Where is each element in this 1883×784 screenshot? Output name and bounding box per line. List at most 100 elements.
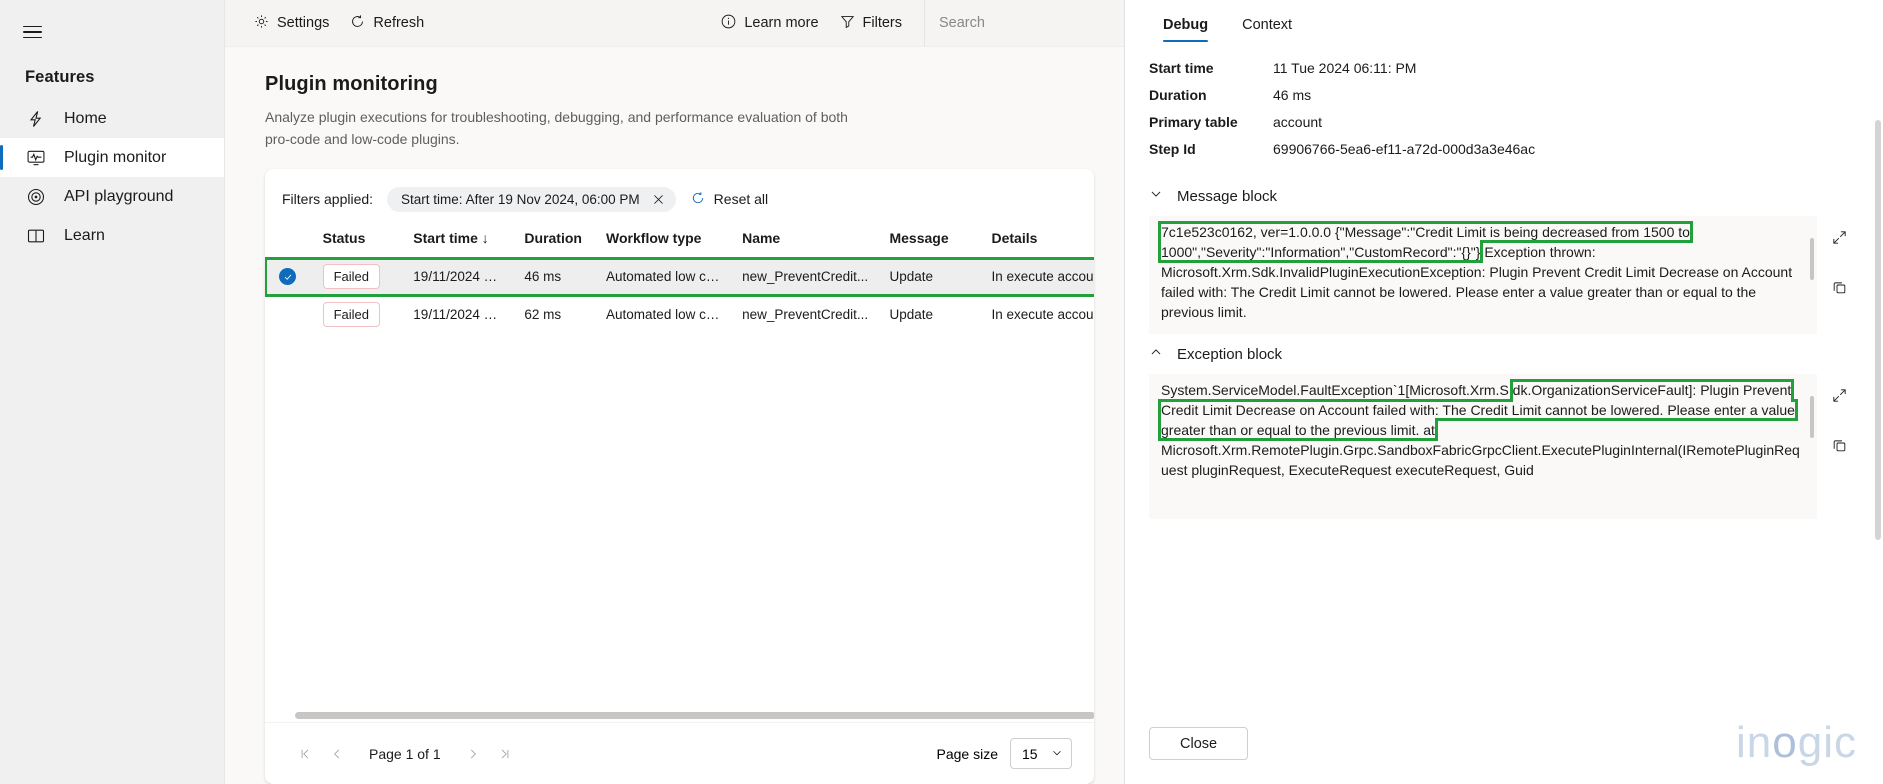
expand-icon[interactable]	[1824, 380, 1854, 410]
reset-all-button[interactable]: Reset all	[690, 190, 768, 209]
meta-value-step-id: 69906766-5ea6-ef11-a72d-000d3a3e46ac	[1273, 141, 1536, 157]
cell-message: Update	[889, 307, 934, 323]
message-block-highlight: 7c1e523c0162, ver=1.0.0.0 {"Message":"Cr…	[1158, 221, 1693, 263]
refresh-icon	[690, 190, 706, 209]
sidebar-item-api-playground[interactable]: API playground	[0, 177, 224, 216]
tab-debug[interactable]: Debug	[1149, 11, 1222, 42]
filters-label: Filters	[862, 15, 902, 31]
column-header-name[interactable]: Name	[732, 222, 879, 258]
column-header-workflow-type[interactable]: Workflow type	[596, 222, 732, 258]
checkmark-icon[interactable]	[279, 268, 296, 286]
copy-icon[interactable]	[1824, 272, 1854, 302]
search-container	[924, 0, 1124, 47]
column-header-status[interactable]: Status	[313, 222, 404, 258]
cell-name: new_PreventCredit...	[732, 257, 880, 296]
pagination-bar: Page 1 of 1 Page size 15	[265, 722, 1094, 784]
execution-metadata: Start time 11 Tue 2024 06:11: PM Duratio…	[1125, 42, 1883, 168]
copy-icon[interactable]	[1824, 430, 1854, 460]
close-button[interactable]: Close	[1149, 727, 1249, 760]
message-block-actions	[1817, 216, 1861, 302]
page-size-select[interactable]: 15	[1010, 738, 1072, 769]
horizontal-scrollbar[interactable]	[295, 708, 1094, 722]
sidebar-item-plugin-monitor[interactable]: Plugin monitor	[0, 138, 224, 177]
row-select-cell[interactable]	[265, 296, 313, 334]
sidebar-item-label: API playground	[64, 187, 174, 205]
menu-toggle-button[interactable]	[8, 10, 56, 54]
settings-button[interactable]: Settings	[243, 8, 339, 39]
exception-block-text[interactable]: System.ServiceModel.FaultException`1[Mic…	[1149, 374, 1817, 519]
panel-scrollbar[interactable]	[1875, 120, 1881, 540]
table-row[interactable]: Failed 19/11/2024 06:... 46 ms Automated…	[265, 256, 1094, 297]
debug-panel-tabs: Debug Context	[1125, 0, 1883, 42]
hamburger-icon	[22, 22, 42, 43]
exception-block-lead: System.ServiceModel.FaultException`1[Mic…	[1161, 382, 1509, 398]
first-page-button[interactable]	[289, 738, 321, 770]
meta-key-step-id: Step Id	[1149, 141, 1196, 157]
sidebar-item-label: Learn	[64, 226, 105, 244]
previous-page-button[interactable]	[321, 738, 353, 770]
filters-applied-label: Filters applied:	[282, 191, 374, 208]
meta-row: Start time 11 Tue 2024 06:11: PM	[1149, 60, 1859, 76]
chevron-down-icon	[1051, 746, 1063, 762]
meta-row: Primary table account	[1149, 114, 1859, 130]
applied-filters-bar: Filters applied: Start time: After 19 No…	[265, 169, 1094, 222]
scrollbar-thumb[interactable]	[295, 712, 1094, 719]
page-body: Plugin monitoring Analyze plugin executi…	[225, 47, 1124, 784]
learn-more-button[interactable]: Learn more	[710, 8, 828, 39]
search-input[interactable]	[939, 15, 1124, 31]
cell-workflow-type: Automated low co...	[596, 257, 733, 296]
scrollbar-thumb[interactable]	[1810, 238, 1814, 280]
close-icon[interactable]	[652, 193, 665, 206]
sidebar-item-label: Plugin monitor	[64, 148, 167, 166]
cell-duration: 46 ms	[514, 257, 597, 296]
sidebar: Features Home Plugin monitor API playgro…	[0, 0, 225, 784]
column-header-duration[interactable]: Duration	[514, 222, 596, 258]
next-page-button[interactable]	[457, 738, 489, 770]
inogic-watermark: inogic	[1736, 718, 1857, 768]
sidebar-item-home[interactable]: Home	[0, 99, 224, 138]
grid-header-row: Status Start time ↓ Duration Workflow ty…	[265, 222, 1094, 258]
command-bar: Settings Refresh Learn more Filters Sear…	[225, 0, 1124, 47]
table-row[interactable]: Failed 19/11/2024 06:... 62 ms Automated…	[265, 296, 1094, 334]
main-content: Settings Refresh Learn more Filters Sear…	[225, 0, 1124, 784]
filter-icon	[839, 13, 856, 34]
tab-context[interactable]: Context	[1228, 11, 1306, 42]
results-card: Filters applied: Start time: After 19 No…	[265, 168, 1094, 784]
select-all-header[interactable]	[265, 222, 313, 258]
debug-panel: Debug Context Start time 11 Tue 2024 06:…	[1124, 0, 1883, 784]
refresh-button[interactable]: Refresh	[339, 8, 434, 39]
page-indicator: Page 1 of 1	[369, 745, 441, 762]
column-header-details[interactable]: Details	[982, 222, 1095, 258]
exception-block-header[interactable]: Exception block	[1149, 334, 1861, 374]
expand-icon[interactable]	[1824, 222, 1854, 252]
column-header-start-time[interactable]: Start time ↓	[403, 222, 514, 258]
exception-block-title: Exception block	[1177, 345, 1283, 363]
flash-icon	[25, 108, 46, 129]
meta-value-duration: 46 ms	[1273, 87, 1312, 103]
filter-chip-start-time[interactable]: Start time: After 19 Nov 2024, 06:00 PM	[387, 186, 676, 212]
exception-block-actions	[1817, 374, 1861, 460]
page-size-value: 15	[1022, 745, 1038, 762]
column-header-message[interactable]: Message	[879, 222, 981, 258]
status-badge: Failed	[322, 302, 381, 328]
cell-start-time: 19/11/2024 06:...	[413, 307, 514, 323]
meta-value-start-time: 11 Tue 2024 06:11: PM	[1273, 60, 1417, 76]
sidebar-item-learn[interactable]: Learn	[0, 216, 224, 255]
filters-button[interactable]: Filters	[829, 8, 912, 39]
status-badge: Failed	[322, 264, 381, 290]
scrollbar-thumb[interactable]	[1810, 396, 1814, 438]
page-size-container: Page size 15	[937, 738, 1072, 769]
watermark-suffix: gic	[1797, 718, 1857, 767]
row-select-cell[interactable]	[265, 257, 313, 296]
meta-value-primary-table: account	[1273, 114, 1323, 130]
command-bar-right: Learn more Filters	[710, 0, 1124, 47]
message-block-header[interactable]: Message block	[1149, 176, 1861, 216]
book-icon	[25, 225, 46, 246]
watermark-prefix: in	[1736, 718, 1773, 767]
info-icon	[720, 13, 737, 34]
sort-descending-icon: ↓	[481, 229, 489, 246]
last-page-button[interactable]	[489, 738, 521, 770]
message-block-text[interactable]: 7c1e523c0162, ver=1.0.0.0 {"Message":"Cr…	[1149, 216, 1817, 334]
watermark-middle: o	[1772, 718, 1798, 767]
refresh-label: Refresh	[373, 15, 425, 31]
